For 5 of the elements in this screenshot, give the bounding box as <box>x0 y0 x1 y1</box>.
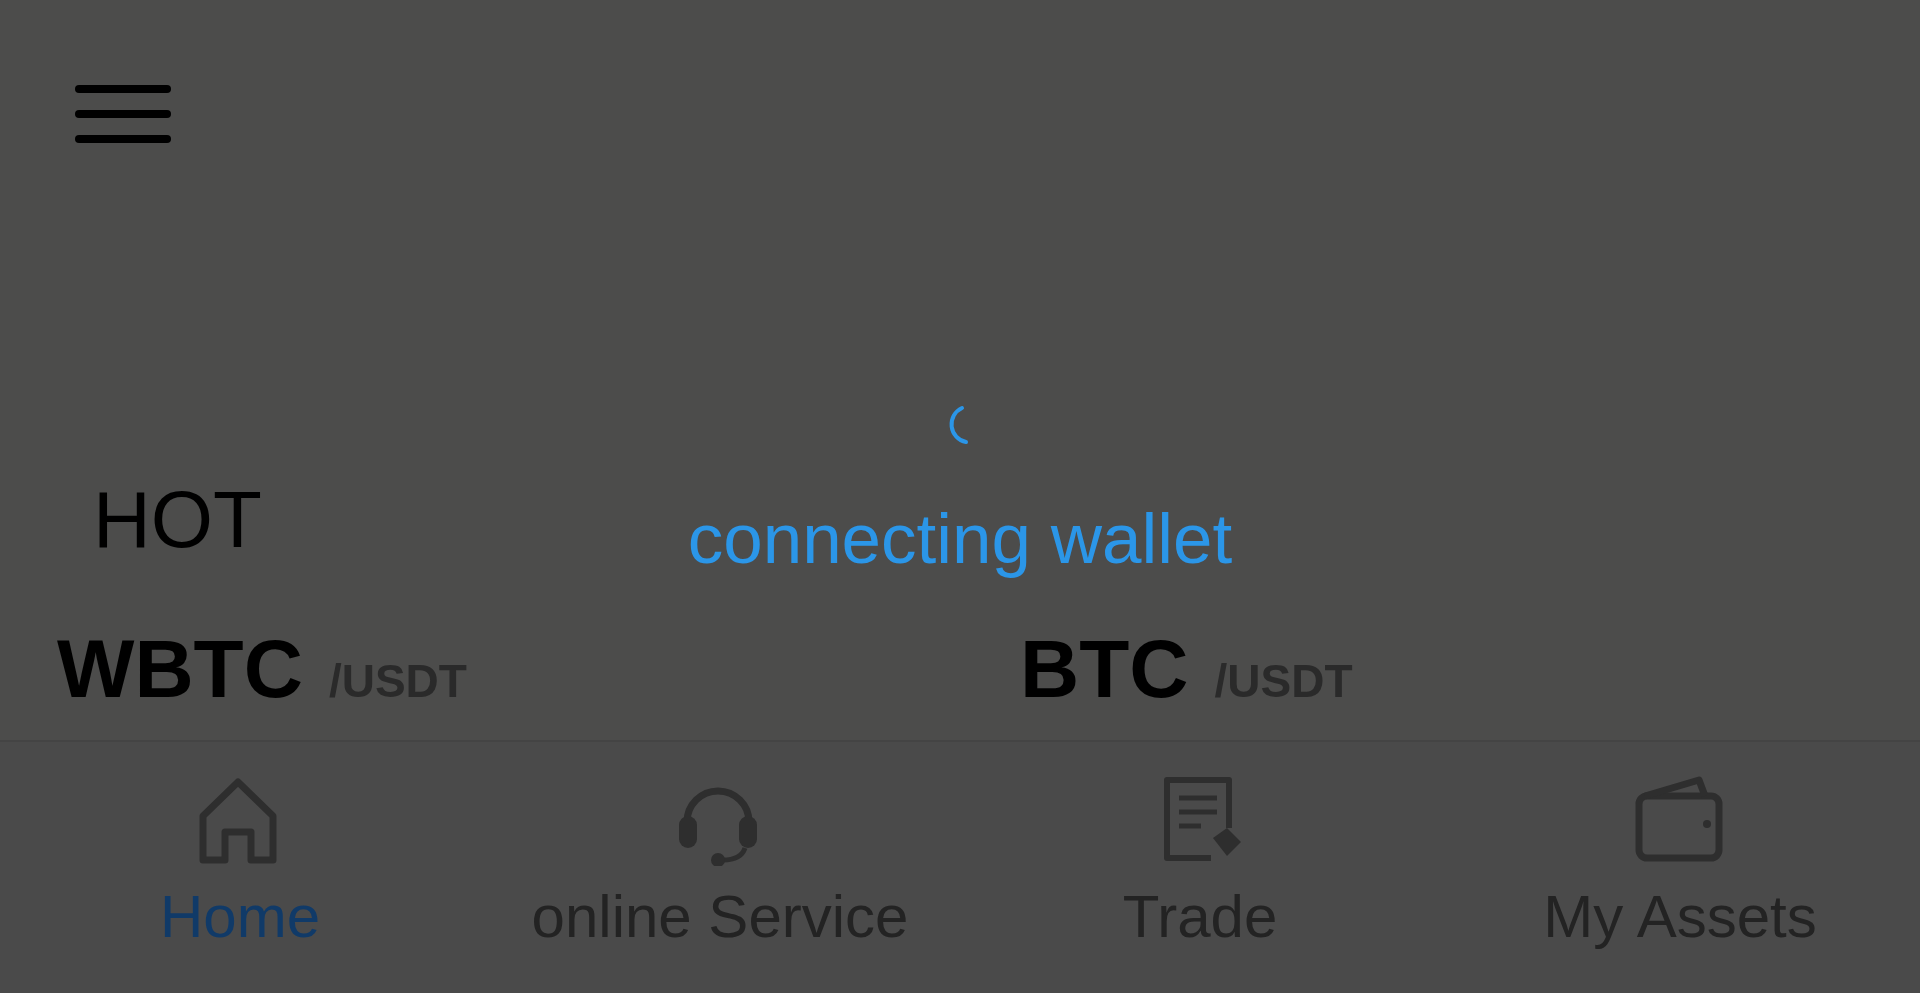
pair-base[interactable]: BTC <box>1020 628 1189 710</box>
menu-icon[interactable] <box>74 84 172 146</box>
pair-base[interactable]: WBTC <box>57 628 303 710</box>
section-title: HOT <box>93 480 262 560</box>
nav-tab[interactable]: Home <box>0 742 480 993</box>
